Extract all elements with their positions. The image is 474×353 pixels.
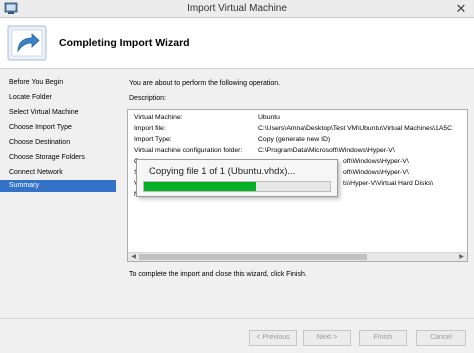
next-button[interactable]: Next > [303,330,351,346]
horizontal-scrollbar[interactable]: ◀ ▶ [128,252,467,261]
copy-progress-bar [143,181,331,192]
sidebar-item-select-virtual-machine[interactable]: Select Virtual Machine [0,107,116,119]
finish-button[interactable]: Finish [359,330,407,346]
sidebar-item-locate-folder[interactable]: Locate Folder [0,92,116,104]
row-key: Virtual machine configuration folder: [134,147,243,154]
sidebar-item-choose-storage-folders[interactable]: Choose Storage Folders [0,152,116,164]
scroll-left-arrow-icon[interactable]: ◀ [129,253,138,261]
sidebar-item-summary[interactable]: Summary [0,180,116,192]
page-title: Completing Import Wizard [59,37,190,49]
wizard-header: Completing Import Wizard [0,18,474,69]
sidebar-item-choose-import-type[interactable]: Choose Import Type [0,122,116,134]
row-value: C:\Users\Amna\Desktop\Test VM\Ubuntu\Vir… [258,125,453,132]
description-row: Virtual Machine: Ubuntu [128,113,467,123]
intro-text: You are about to perform the following o… [129,80,281,87]
row-value: Copy (generate new ID) [258,136,331,143]
wizard-steps-sidebar: Before You Begin Locate Folder Select Vi… [0,69,118,317]
row-value: oft\Windows\Hyper-V\ [343,158,409,165]
sidebar-item-before-you-begin[interactable]: Before You Begin [0,77,116,89]
description-row: Import Type: Copy (generate new ID) [128,135,467,145]
wizard-footer: < Previous Next > Finish Cancel [0,318,474,353]
finish-instruction: To complete the import and close this wi… [129,271,307,278]
row-key: Import Type: [134,136,172,143]
sidebar-item-choose-destination[interactable]: Choose Destination [0,137,116,149]
copy-progress-dialog: Copying file 1 of 1 (Ubuntu.vhdx)... [136,159,338,197]
progress-fill [144,182,256,191]
sidebar-item-connect-network[interactable]: Connect Network [0,167,116,179]
close-button[interactable]: ✕ [448,0,474,18]
row-key: Import file: [134,125,166,132]
row-value: C:\ProgramData\Microsoft\Windows\Hyper-V… [258,147,395,154]
title-bar: Import Virtual Machine ✕ [0,0,474,18]
scroll-right-arrow-icon[interactable]: ▶ [457,253,466,261]
row-value: oft\Windows\Hyper-V\ [343,169,409,176]
description-row: Virtual machine configuration folder: C:… [128,146,467,156]
row-value: ts\Hyper-V\Virtual Hard Disks\ [343,180,434,187]
window-title: Import Virtual Machine [187,3,287,14]
cancel-button[interactable]: Cancel [416,330,466,346]
import-arrow-icon [7,25,47,61]
description-label: Description: [129,95,166,102]
scrollbar-thumb[interactable] [139,254,367,260]
copy-status-text: Copying file 1 of 1 (Ubuntu.vhdx)... [149,166,296,177]
previous-button[interactable]: < Previous [249,330,297,346]
row-value: Ubuntu [258,114,280,121]
row-key: Virtual Machine: [134,114,183,121]
description-row: Import file: C:\Users\Amna\Desktop\Test … [128,124,467,134]
